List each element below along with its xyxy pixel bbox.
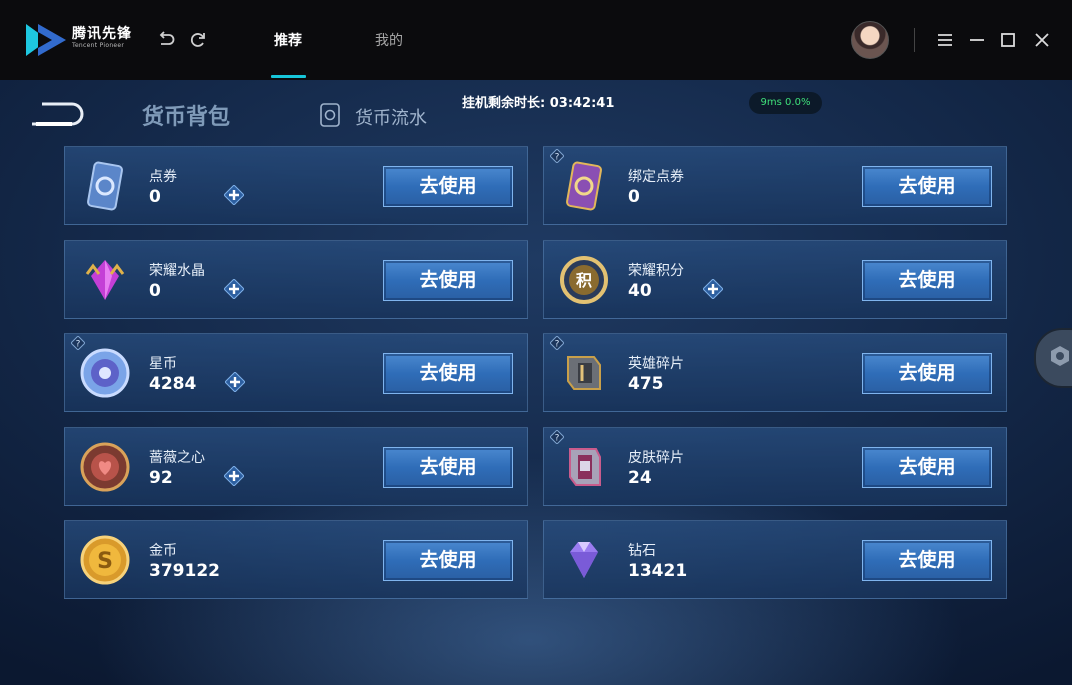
- tab-recommend[interactable]: 推荐: [274, 30, 302, 50]
- currency-value: 0: [149, 187, 161, 207]
- svg-text:S: S: [97, 549, 113, 574]
- currency-value: 0: [628, 187, 640, 207]
- add-icon[interactable]: [225, 372, 245, 392]
- currency-value: 13421: [628, 561, 688, 581]
- currency-name: 英雄碎片: [628, 356, 684, 372]
- currency-value: 4284: [149, 374, 197, 394]
- currency-name: 星币: [149, 356, 177, 372]
- minimize-icon[interactable]: [967, 30, 987, 50]
- logo-text: 腾讯先锋 Tencent Pioneer: [72, 27, 132, 50]
- title-bar: 腾讯先锋 Tencent Pioneer 推荐 我的: [0, 0, 1072, 80]
- hero-fragment-icon: [567, 356, 601, 390]
- currency-card: ? 星币 4284 去使用: [64, 333, 528, 412]
- use-button[interactable]: 去使用: [383, 259, 513, 301]
- add-icon[interactable]: [703, 278, 723, 299]
- currency-value: 40: [628, 280, 652, 301]
- network-status-badge: 9ms 0.0%: [749, 92, 822, 114]
- add-icon[interactable]: [224, 278, 244, 299]
- currency-flow-label: 货币流水: [355, 108, 427, 129]
- currency-name: 钻石: [628, 543, 656, 559]
- currency-flow-icon: [320, 103, 340, 127]
- use-button[interactable]: 去使用: [862, 353, 992, 394]
- diamond-icon: [570, 542, 598, 578]
- rose-heart-icon: [80, 442, 130, 491]
- close-icon[interactable]: [1032, 30, 1052, 50]
- use-button[interactable]: 去使用: [862, 446, 992, 488]
- currency-name: 荣耀水晶: [149, 262, 205, 279]
- currency-card: 积 荣耀积分 40 去使用: [543, 239, 1007, 319]
- currency-name: 金币: [149, 543, 177, 559]
- bound-coupon-card-icon: [566, 161, 602, 211]
- currency-name: 点券: [149, 169, 177, 185]
- currency-card: 荣耀水晶 0 去使用: [64, 239, 528, 319]
- currency-card: S 金币 379122 去使用: [64, 520, 528, 599]
- use-button[interactable]: 去使用: [383, 540, 513, 581]
- currency-name: 皮肤碎片: [628, 449, 684, 466]
- use-button[interactable]: 去使用: [383, 446, 513, 488]
- game-area: 货币背包 货币流水 挂机剩余时长: 03:42:41 9ms 0.0% 点券 0 去…: [0, 80, 1072, 685]
- use-button[interactable]: 去使用: [383, 166, 513, 207]
- refresh-icon[interactable]: [188, 30, 208, 50]
- glory-points-icon: 积: [560, 255, 608, 304]
- use-button[interactable]: 去使用: [862, 259, 992, 301]
- logo-title: 腾讯先锋: [72, 26, 132, 42]
- undo-icon[interactable]: [156, 30, 176, 50]
- tab-mine[interactable]: 我的: [375, 30, 403, 50]
- back-arrow-icon[interactable]: [28, 100, 84, 128]
- hexagon-icon: [1051, 346, 1069, 366]
- currency-card: 钻石 13421 去使用: [543, 520, 1007, 599]
- add-icon[interactable]: [224, 465, 244, 486]
- currency-value: 92: [149, 467, 173, 488]
- use-button[interactable]: 去使用: [862, 166, 992, 207]
- menu-icon[interactable]: [935, 30, 955, 50]
- idle-timer: 挂机剩余时长: 03:42:41: [462, 96, 615, 111]
- currency-value: 475: [628, 374, 664, 394]
- currency-name: 荣耀积分: [628, 262, 684, 279]
- logo-subtitle: Tencent Pioneer: [72, 42, 125, 49]
- maximize-icon[interactable]: [998, 30, 1018, 50]
- avatar[interactable]: [851, 21, 889, 59]
- currency-card: ? 皮肤碎片 24 去使用: [543, 426, 1007, 506]
- currency-value: 24: [628, 467, 652, 488]
- skin-fragment-icon: [569, 447, 601, 486]
- currency-value: 0: [149, 280, 161, 301]
- svg-text:积: 积: [576, 271, 592, 290]
- use-button[interactable]: 去使用: [383, 353, 513, 394]
- currency-card: 点券 0 去使用: [64, 146, 528, 225]
- coupon-card-icon: [87, 161, 123, 211]
- side-drawer-handle[interactable]: [1034, 328, 1072, 388]
- star-coin-icon: [80, 348, 130, 398]
- tencent-pioneer-logo: [26, 24, 66, 56]
- currency-name: 蔷薇之心: [149, 449, 205, 466]
- use-button[interactable]: 去使用: [862, 540, 992, 581]
- currency-value: 379122: [149, 561, 220, 581]
- add-icon[interactable]: [224, 185, 244, 205]
- active-tab-indicator: [271, 75, 306, 78]
- currency-card: ? 英雄碎片 475 去使用: [543, 333, 1007, 412]
- glory-crystal-icon: [85, 259, 125, 300]
- title-divider: [914, 28, 915, 52]
- currency-card: 蔷薇之心 92 去使用: [64, 426, 528, 506]
- currency-name: 绑定点券: [628, 169, 684, 185]
- page-title: 货币背包: [142, 105, 231, 130]
- gold-coin-icon: S: [80, 535, 130, 585]
- currency-card: ? 绑定点券 0 去使用: [543, 146, 1007, 225]
